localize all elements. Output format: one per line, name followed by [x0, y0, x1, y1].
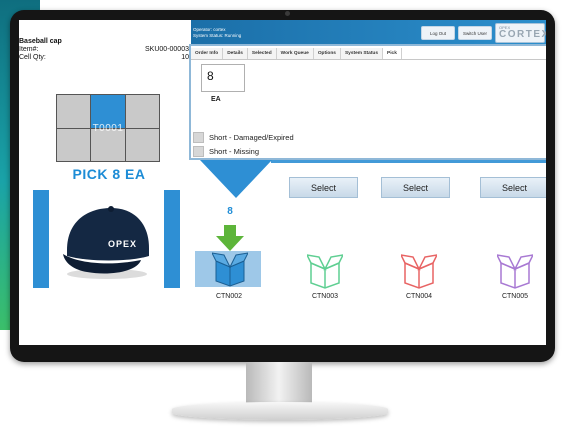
top-bar: Operator: cortex System Status: Running … [191, 20, 546, 44]
short-damaged-checkbox[interactable] [193, 132, 204, 143]
select-button-ctn004[interactable]: Select [381, 177, 450, 198]
carton-label-ctn004: CTN004 [405, 293, 433, 300]
short-damaged-option[interactable]: Short - Damaged/Expired [193, 132, 294, 143]
logout-button[interactable]: Log Out [421, 26, 455, 40]
brand-main-text: CORTEX [499, 29, 546, 40]
short-missing-option[interactable]: Short - Missing [193, 146, 259, 157]
monitor-stand-neck [246, 362, 312, 406]
down-arrow-icon [216, 225, 244, 251]
tab-order-info[interactable]: Order Info [191, 48, 224, 59]
product-logo: OPEX [108, 239, 138, 249]
item-number-label: Item#: [19, 46, 39, 53]
product-image: OPEX [49, 190, 164, 288]
panel-bottom-accent [271, 160, 546, 163]
tab-work-queue[interactable]: Work Queue [276, 48, 314, 59]
tab-bar: Order Info Details Selected Work Queue O… [191, 48, 546, 60]
carton-label-ctn005: CTN005 [501, 293, 529, 300]
select-button-ctn005[interactable]: Select [480, 177, 546, 198]
item-name: Baseball cap [19, 38, 62, 45]
quantity-field[interactable]: 8 [201, 64, 245, 92]
short-missing-label: Short - Missing [209, 147, 260, 156]
place-count: 8 [227, 206, 233, 217]
carton-icon-ctn002[interactable] [212, 251, 248, 287]
operator-label: Operator: cortex [193, 27, 226, 32]
tab-pick[interactable]: Pick [383, 48, 402, 59]
tab-selected[interactable]: Selected [247, 48, 277, 59]
product-image-panel: OPEX [33, 190, 180, 288]
pick-panel: Order Info Details Selected Work Queue O… [189, 44, 546, 160]
cell-qty-label: Cell Qty: [19, 54, 46, 61]
camera-icon [285, 11, 290, 16]
tab-details[interactable]: Details [223, 48, 248, 59]
brand-logo: OPEX CORTEX [495, 23, 546, 43]
system-status-label: System Status: Running [193, 33, 242, 38]
tote-label: T0001 [92, 123, 124, 134]
monitor-screen: Baseball cap Item#: SKU00-00003 Cell Qty… [19, 20, 546, 345]
switch-user-button[interactable]: Switch User [458, 26, 492, 40]
carton-icon-ctn003[interactable] [307, 253, 343, 289]
select-button-ctn003[interactable]: Select [289, 177, 358, 198]
unit-label: EA [211, 96, 221, 103]
short-damaged-label: Short - Damaged/Expired [209, 133, 294, 142]
carton-label-ctn003: CTN003 [311, 293, 339, 300]
baseball-cap-icon [63, 206, 149, 279]
short-missing-checkbox[interactable] [193, 146, 204, 157]
tab-system-status[interactable]: System Status [340, 48, 384, 59]
item-number-value: SKU00-00003 [145, 46, 189, 53]
tab-options[interactable]: Options [313, 48, 341, 59]
quantity-value: 8 [207, 69, 214, 83]
carton-label-ctn002: CTN002 [215, 293, 243, 300]
cell-qty-value: 10 [181, 54, 189, 61]
pick-instruction: PICK 8 EA [72, 166, 146, 182]
carton-icon-ctn004[interactable] [401, 253, 437, 289]
monitor-stand-base [172, 402, 388, 420]
panel-pointer [200, 160, 272, 198]
carton-icon-ctn005[interactable] [497, 253, 533, 289]
